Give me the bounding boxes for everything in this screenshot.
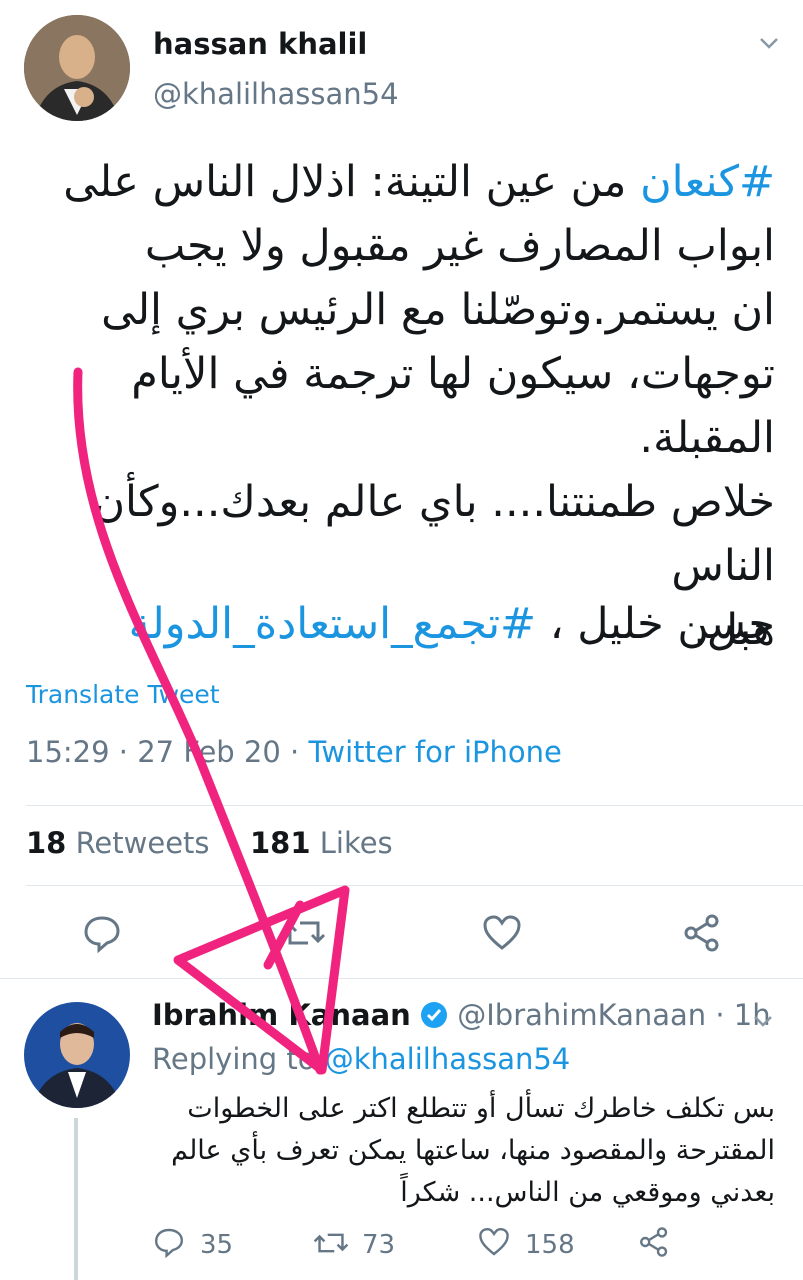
retweets-stat[interactable]: 18 Retweets (26, 826, 210, 860)
divider (0, 978, 803, 979)
engagement-stats: 18 Retweets 181 Likes (26, 826, 393, 860)
reply-count: 35 (200, 1230, 234, 1260)
author-handle[interactable]: @khalilhassan54 (153, 77, 399, 111)
hashtag-link[interactable]: #كنعان (640, 157, 775, 207)
hashtag-link[interactable]: #تجمع_استعادة_الدولة (129, 599, 537, 649)
like-icon[interactable] (482, 913, 522, 957)
thread-line (74, 1118, 78, 1280)
source-link[interactable]: Twitter for iPhone (308, 735, 561, 769)
author-avatar[interactable] (24, 15, 130, 121)
tweet-line: #كنعان من عين التينة: اذلال الناس على (63, 157, 775, 207)
reply-icon[interactable] (82, 913, 122, 957)
reply-icon[interactable] (153, 1226, 185, 1262)
chevron-down-icon[interactable] (758, 32, 780, 58)
verified-icon (420, 1001, 448, 1036)
reply-author-avatar[interactable] (24, 1002, 130, 1108)
tweet-line: ان يستمر.وتوصّلنا مع الرئيس بري إلى (101, 285, 775, 335)
tweet-line: ابواب المصارف غير مقبول ولا يجب (144, 221, 775, 271)
retweet-count: 73 (362, 1230, 396, 1260)
chevron-down-icon[interactable] (752, 1010, 774, 1036)
divider (26, 885, 803, 886)
reply-line: المقترحة والمقصود منها، ساعتها يمكن تعرف… (171, 1135, 775, 1166)
like-icon[interactable] (478, 1226, 510, 1262)
translate-tweet-link[interactable]: Translate Tweet (26, 680, 220, 709)
reply-author-name[interactable]: Ibrahim Kanaan (152, 998, 411, 1032)
like-count: 158 (525, 1230, 575, 1260)
likes-stat[interactable]: 181 Likes (250, 826, 393, 860)
reply-line: بس تكلف خاطرك تسأل أو تتطلع اكتر على الخ… (187, 1093, 775, 1124)
tweet-body: #كنعان من عين التينة: اذلال الناس على اب… (55, 150, 775, 662)
reply-line: بعدني وموقعي من الناس... شكراً (400, 1177, 775, 1208)
share-icon[interactable] (638, 1226, 670, 1262)
share-icon[interactable] (682, 913, 722, 957)
reply-author-handle[interactable]: @IbrahimKanaan (457, 998, 706, 1032)
timestamp: 15:29 · 27 Feb 20 · (26, 735, 309, 769)
tweet-signature: حسن خليل ، #تجمع_استعادة_الدولة (128, 599, 775, 649)
reply-header: Ibrahim Kanaan @IbrahimKanaan · 1h (152, 998, 771, 1036)
tweet-line: خلاص طمنتنا.... باي عالم بعدك...وكأن الن… (93, 477, 775, 591)
author-name[interactable]: hassan khalil (153, 27, 367, 61)
reply-body: بس تكلف خاطرك تسأل أو تتطلع اكتر على الخ… (155, 1088, 775, 1214)
tweet-meta: 15:29 · 27 Feb 20 · Twitter for iPhone (26, 735, 562, 769)
tweet-line: توجهات، سيكون لها ترجمة في الأيام المقبل… (131, 349, 775, 463)
retweet-icon[interactable] (282, 915, 326, 955)
retweet-icon[interactable] (313, 1228, 349, 1262)
replying-to-handle[interactable]: @khalilhassan54 (325, 1042, 571, 1076)
divider (26, 805, 803, 806)
replying-to: Replying to @khalilhassan54 (152, 1042, 571, 1076)
